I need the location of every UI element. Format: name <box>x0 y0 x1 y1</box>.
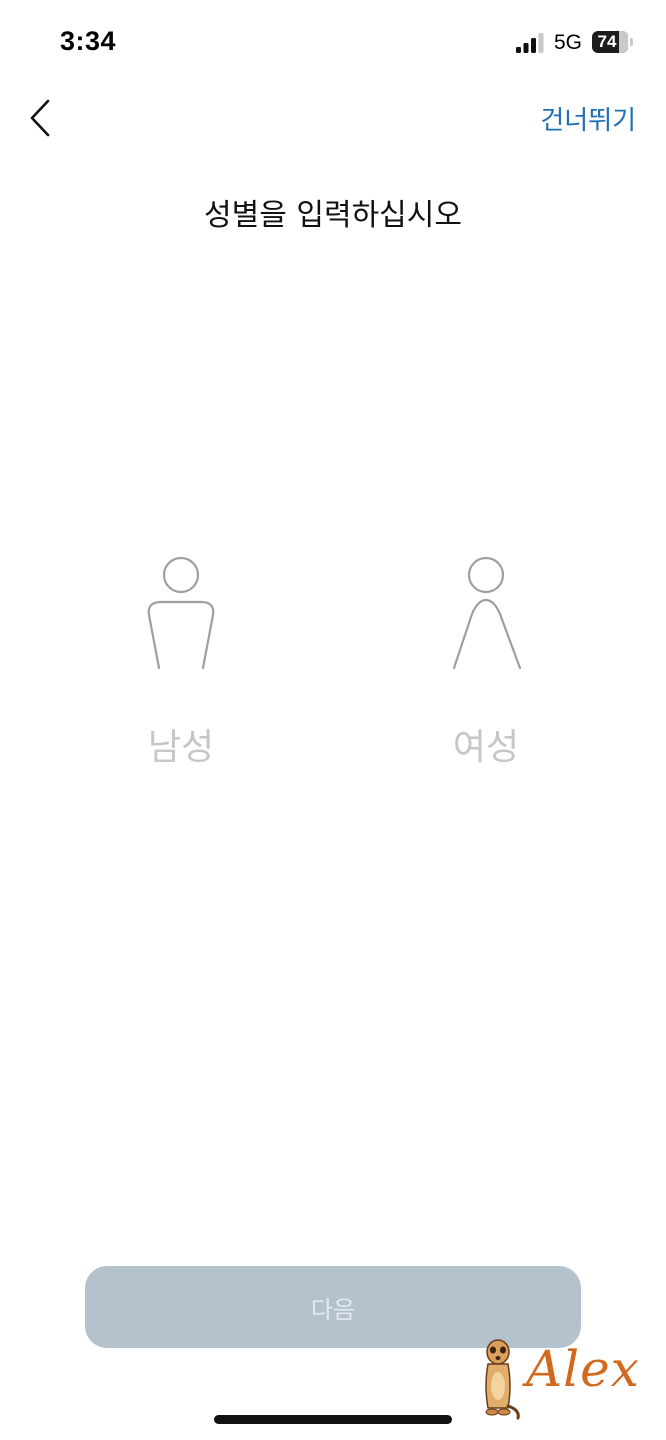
gender-option-female[interactable]: 여성 <box>396 550 576 770</box>
battery-icon: 74 <box>592 31 634 53</box>
page-title: 성별을 입력하십시오 <box>204 198 462 233</box>
watermark-text: Alex <box>526 1340 640 1398</box>
battery-tip <box>630 38 633 46</box>
battery-level: 74 <box>597 32 617 51</box>
status-bar: 3:34 5G 74 <box>0 0 666 88</box>
gender-label-male: 남성 <box>147 727 215 768</box>
watermark: Alex <box>474 1336 639 1420</box>
status-time: 3:34 <box>60 26 117 56</box>
meerkat-icon <box>485 1339 520 1420</box>
female-person-icon <box>452 556 522 670</box>
home-indicator <box>214 1415 452 1424</box>
gender-label-female: 여성 <box>452 727 520 768</box>
network-type: 5G <box>554 31 583 54</box>
gender-option-male[interactable]: 남성 <box>91 550 271 770</box>
skip-button[interactable]: 건너뛰기 <box>540 100 636 137</box>
battery-body: 74 <box>592 31 628 53</box>
back-button[interactable] <box>22 96 62 140</box>
cellular-signal-icon <box>516 33 544 53</box>
chevron-left-icon <box>30 99 50 137</box>
male-person-icon <box>147 556 215 670</box>
